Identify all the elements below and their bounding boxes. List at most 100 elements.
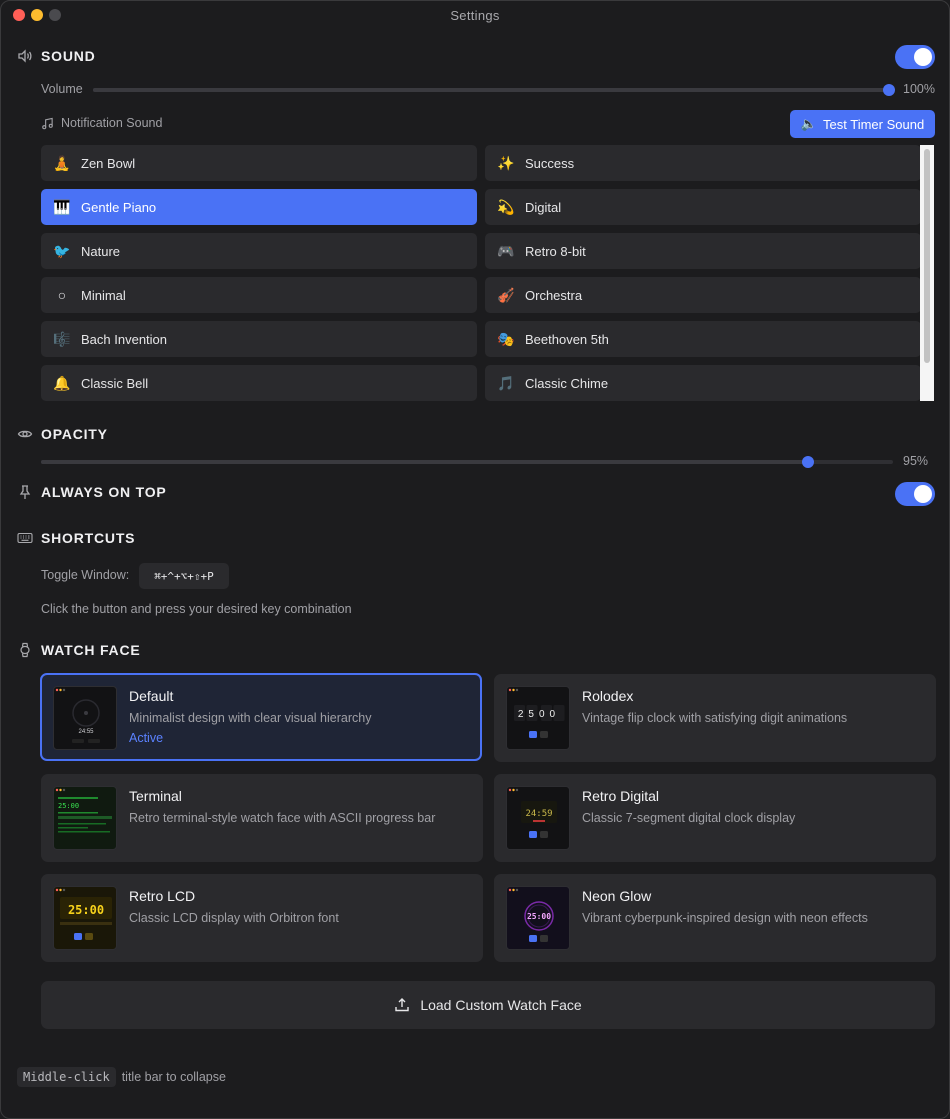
sound-option-gentle-piano[interactable]: 🎹 Gentle Piano [41,189,477,225]
sound-option-nature[interactable]: 🐦 Nature [41,233,477,269]
scrollbar-thumb[interactable] [924,149,930,363]
default-thumb-time: 24:55 [78,729,94,735]
sound-option-icon: 🧘 [53,154,71,171]
sound-option-icon: 🎹 [53,198,71,215]
load-custom-watch-face-button[interactable]: Load Custom Watch Face [41,981,935,1029]
watch-face-title: WATCH FACE [41,642,141,658]
sound-option-label: Digital [525,199,562,215]
watch-face-card-retro-digital[interactable]: 24:59 Retro Digital Classic 7-segment di… [494,774,936,862]
footer-text: title bar to collapse [121,1070,226,1084]
toggle-window-shortcut-button[interactable]: ⌘+^+⌥+⇧+P [139,563,229,589]
watch-face-card-terminal[interactable]: 25:00 Terminal Retro terminal-style watc… [41,774,483,862]
always-on-top-toggle[interactable] [895,482,935,506]
test-timer-sound-button[interactable]: 🔈 Test Timer Sound [790,110,935,138]
watch-face-card-rolodex[interactable]: 2500 Rolodex Vintage flip clock with sat… [494,674,936,762]
rolodex-title: Rolodex [582,688,634,704]
sound-option-label: Gentle Piano [81,199,157,215]
rolodex-preview-thumbnail: 2500 [506,686,570,750]
retro-digital-title: Retro Digital [582,788,660,804]
neon-glow-thumb-time: 25:00 [527,912,551,921]
sound-option-minimal[interactable]: ○ Minimal [41,277,477,313]
terminal-preview-thumbnail: 25:00 [53,786,117,850]
sound-option-beethoven-5th[interactable]: 🎭 Beethoven 5th [485,321,920,357]
sound-option-label: Nature [81,243,121,259]
retro-lcd-thumb-time: 25:00 [68,903,104,917]
sound-option-label: Orchestra [525,287,583,303]
sound-option-label: Success [525,155,575,171]
sound-list-scrollbar[interactable] [920,145,934,401]
neon-glow-preview-thumbnail: 25:00 [506,886,570,950]
sound-option-label: Bach Invention [81,331,168,347]
footer-hint: Middle-click title bar to collapse [17,1067,226,1087]
sound-option-classic-bell[interactable]: 🔔 Classic Bell [41,365,477,401]
opacity-section-header: OPACITY [17,426,108,442]
sound-option-label: Retro 8-bit [525,243,586,259]
sound-option-orchestra[interactable]: 🎻 Orchestra [485,277,920,313]
watch-face-card-retro-lcd[interactable]: 25:00 Retro LCD Classic LCD display with… [41,874,483,962]
always-on-top-title: ALWAYS ON TOP [41,484,167,500]
retro-lcd-description: Classic LCD display with Orbitron font [129,911,339,925]
sound-option-zen-bowl[interactable]: 🧘 Zen Bowl [41,145,477,181]
retro-lcd-preview-thumbnail: 25:00 [53,886,117,950]
watch-face-section-header: WATCH FACE [17,642,141,658]
default-preview-thumbnail: 24:55 [53,686,117,750]
watch-icon [17,642,33,658]
sound-option-bach-invention[interactable]: 🎼 Bach Invention [41,321,477,357]
sound-section-header: SOUND [17,48,96,64]
keyboard-icon [17,530,33,546]
terminal-thumb-time: 25:00 [58,802,79,810]
rolodex-thumb-time: 2500 [518,709,560,720]
sound-toggle[interactable] [895,45,935,69]
opacity-title: OPACITY [41,426,108,442]
sound-option-digital[interactable]: 💫 Digital [485,189,920,225]
sound-option-label: Classic Bell [81,375,149,391]
sound-option-icon: 🐦 [53,242,71,259]
sound-option-icon: 💫 [497,198,515,215]
neon-glow-title: Neon Glow [582,888,652,904]
default-description: Minimalist design with clear visual hier… [129,711,372,725]
default-title: Default [129,688,174,704]
upload-icon [394,997,410,1013]
default-active-status: Active [129,731,164,745]
sound-option-label: Beethoven 5th [525,331,609,347]
notification-sound-list: 🧘 Zen Bowl ✨ Success 🎹 Gentle Piano 💫 Digital 🐦 N… [41,145,920,401]
volume-slider-thumb[interactable] [883,84,895,96]
pin-icon [17,484,33,500]
rolodex-description: Vintage flip clock with satisfying digit… [582,711,848,725]
sound-option-icon: 🔔 [53,374,71,391]
sound-option-icon: 🎭 [497,330,515,347]
middle-click-key: Middle-click [17,1067,116,1087]
sound-option-label: Zen Bowl [81,155,136,171]
title-bar[interactable]: Settings [1,1,949,29]
opacity-slider[interactable] [41,456,893,468]
music-note-icon [41,117,54,130]
retro-digital-thumb-time: 24:59 [525,809,552,819]
sound-option-retro-8-bit[interactable]: 🎮 Retro 8-bit [485,233,920,269]
terminal-title: Terminal [129,788,182,804]
retro-digital-description: Classic 7-segment digital clock display [582,811,796,825]
sound-option-icon: ✨ [497,154,515,171]
eye-icon [17,426,33,442]
load-button-label: Load Custom Watch Face [420,997,582,1013]
retro-digital-preview-thumbnail: 24:59 [506,786,570,850]
sound-option-icon: 🎻 [497,286,515,303]
watch-face-card-neon-glow[interactable]: 25:00 Neon Glow Vibrant cyberpunk-inspir… [494,874,936,962]
sound-title: SOUND [41,48,96,64]
sound-option-icon: 🎼 [53,330,71,347]
watch-face-card-default[interactable]: 24:55 Default Minimalist design with cle… [40,673,482,761]
toggle-window-label: Toggle Window: [41,568,130,582]
neon-glow-description: Vibrant cyberpunk-inspired design with n… [582,911,868,925]
retro-lcd-title: Retro LCD [129,888,196,904]
sound-option-label: Classic Chime [525,375,609,391]
sound-option-classic-chime[interactable]: 🎵 Classic Chime [485,365,920,401]
volume-label: Volume [41,82,83,96]
window-title: Settings [450,8,500,23]
notification-sound-label: Notification Sound [61,116,163,130]
volume-slider[interactable] [93,84,895,96]
sound-option-label: Minimal [81,287,126,303]
opacity-value: 95% [903,454,929,468]
opacity-slider-thumb[interactable] [801,456,814,468]
speaker-icon [17,48,33,64]
shortcut-hint: Click the button and press your desired … [41,602,352,616]
sound-option-success[interactable]: ✨ Success [485,145,920,181]
